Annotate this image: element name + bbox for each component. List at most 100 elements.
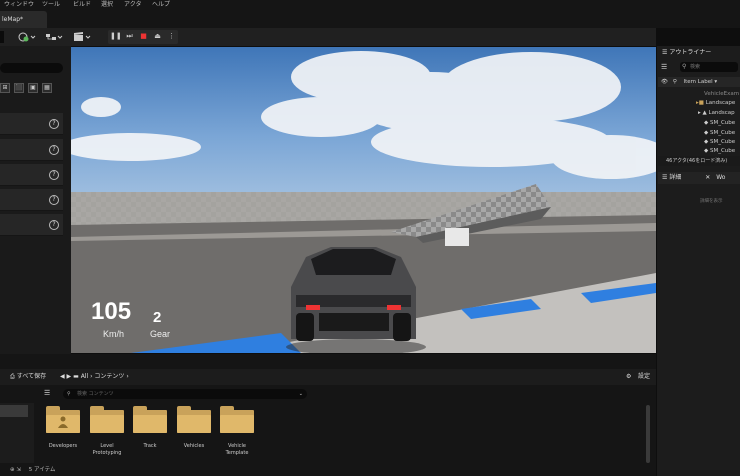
close-icon[interactable]: ✕ [705, 174, 710, 181]
outliner-search-placeholder: 検索 [690, 64, 701, 70]
content-search-placeholder: 検索 コンテンツ [77, 391, 114, 397]
outliner-title: アウトライナー [669, 49, 712, 56]
game-viewport[interactable] [71, 47, 656, 353]
outliner-search-input[interactable]: ⚲ 検索 [680, 62, 738, 72]
folder-track[interactable] [133, 406, 167, 433]
pin-icon: ⚲ [672, 79, 677, 85]
tree-item[interactable]: ▸ ▲ Landscap [658, 109, 740, 118]
menu-bar: ウィンドウ ツール ビルド 選択 アクタ ヘルプ [0, 0, 740, 10]
tree-item[interactable]: ◆ SM_Cube [658, 147, 740, 156]
left-panel-row[interactable]: ? [0, 164, 63, 186]
speed-unit: Km/h [103, 329, 125, 339]
main-toolbar: ❚❚ ⏭ ■ ⏏ ⋮ [0, 28, 656, 46]
gear-readout: 2 [153, 309, 162, 326]
content-search-input[interactable]: ⚲ 検索 コンテンツ ⌄ [63, 389, 307, 399]
back-icon[interactable]: ◀ [60, 373, 65, 380]
folder-icon: ▸■ [696, 100, 706, 106]
menu-window[interactable]: ウィンドウ [4, 0, 34, 9]
menu-help[interactable]: ヘルプ [152, 0, 170, 9]
visibility-icon: 👁 [661, 79, 668, 85]
tree-item[interactable]: ◆ SM_Cube [658, 138, 740, 147]
expand-icon: ▸ ▲ [698, 110, 709, 116]
help-icon[interactable]: ? [49, 119, 59, 129]
help-icon[interactable]: ? [49, 170, 59, 180]
actor-count: 46アクタ(46をロード済み) [658, 156, 740, 166]
actor-count-text: 46アクタ(46をロード済み) [666, 158, 728, 164]
toolbar-edge [0, 31, 4, 43]
mode-icon-1[interactable]: ⊞ [0, 83, 10, 93]
help-icon[interactable]: ? [49, 195, 59, 205]
help-icon[interactable]: ? [49, 220, 59, 230]
path-all[interactable]: All [81, 373, 88, 380]
collapse-icon[interactable]: ⇲ [16, 467, 21, 473]
tree-item[interactable]: ◆ SM_Cube [658, 119, 740, 128]
tree-item-label: Landscape [705, 100, 736, 106]
forward-icon[interactable]: ▶ [67, 373, 72, 380]
white-cube [445, 228, 469, 246]
gear-label: Gear [150, 329, 171, 339]
more-options-button[interactable]: ⋮ [166, 31, 177, 42]
add-content-icon [18, 32, 36, 42]
item-label-column: Item Label ▾ [683, 79, 718, 85]
menu-select[interactable]: 選択 [101, 0, 113, 9]
search-icon: ⚲ [682, 63, 687, 70]
world-settings-tab[interactable]: Wo [716, 174, 725, 181]
left-panel-row[interactable]: ? [0, 139, 63, 161]
search-icon: ⚲ [67, 391, 71, 397]
chevron-down-icon[interactable]: ⌄ [299, 389, 303, 399]
folder-level-prototyping[interactable] [90, 406, 124, 433]
content-scrollbar[interactable] [646, 405, 650, 463]
clapperboard-icon [74, 32, 91, 41]
add-content-button[interactable] [18, 31, 38, 43]
blueprint-icon [46, 34, 63, 40]
content-status-bar: ⊕ ⇲ 5 アイテム [0, 465, 656, 476]
left-search-input[interactable] [0, 63, 63, 73]
menu-tools[interactable]: ツール [42, 0, 60, 9]
tree-item[interactable]: ◆ SM_Cube [658, 129, 740, 138]
settings-icon[interactable]: ⚙ [626, 369, 631, 385]
menu-actor[interactable]: アクタ [124, 0, 141, 9]
menu-build[interactable]: ビルド [73, 0, 91, 9]
tab-label: leMap* [2, 16, 24, 23]
sources-selected-item[interactable] [0, 405, 28, 417]
tab-level-map[interactable]: leMap* [0, 11, 47, 28]
details-hint: 詳細を表示 [700, 199, 723, 204]
mode-icon-3[interactable]: ▣ [28, 83, 38, 93]
details-tab[interactable]: 詳細 [669, 174, 681, 181]
step-button[interactable]: ⏭ [124, 31, 135, 42]
filter-icon[interactable]: ☰ [661, 63, 667, 71]
help-icon[interactable]: ? [49, 145, 59, 155]
add-icon[interactable]: ⊕ [10, 467, 15, 473]
blueprint-button[interactable] [45, 31, 65, 43]
tree-item-label: Landscap [708, 110, 735, 116]
folder-icon: ▬ [73, 373, 79, 380]
tree-item[interactable]: VehicleExam [658, 90, 740, 99]
chevron-right-icon: › [90, 373, 93, 380]
settings-button[interactable]: 設定 [638, 369, 650, 385]
viewport-scene [71, 47, 656, 353]
outliner-column-header[interactable]: 👁 ⚲ Item Label ▾ [658, 77, 740, 87]
folder-vehicles[interactable] [177, 406, 211, 433]
outliner-header: ☰ アウトライナー [658, 47, 740, 58]
stop-button[interactable]: ■ [138, 31, 149, 42]
person-icon [58, 416, 68, 428]
pause-button[interactable]: ❚❚ [110, 31, 122, 42]
tree-item[interactable]: ▸■ Landscape [658, 99, 740, 108]
speed-readout: 105 [91, 298, 132, 325]
folder-vehicle-template[interactable] [220, 406, 254, 433]
chevron-right-icon: › [126, 373, 129, 380]
left-panel-row[interactable]: ? [0, 214, 63, 236]
mode-icon-4[interactable]: ▦ [42, 83, 52, 93]
folder-label: Vehicle Template [225, 443, 249, 456]
tree-item-label: SM_Cube [709, 148, 736, 154]
path-content[interactable]: コンテンツ [94, 373, 124, 380]
filter-icon[interactable]: ☰ [44, 389, 50, 397]
left-panel-row[interactable]: ? [0, 113, 63, 135]
mode-icon-2[interactable]: ⬛ [14, 83, 24, 93]
save-icon: ⎙ [10, 373, 15, 380]
left-panel-row[interactable]: ? [0, 189, 63, 211]
folder-developers[interactable] [46, 406, 80, 433]
cinematics-button[interactable] [73, 31, 93, 43]
save-all-button[interactable]: すべて保存 [17, 373, 46, 380]
eject-button[interactable]: ⏏ [152, 31, 163, 42]
